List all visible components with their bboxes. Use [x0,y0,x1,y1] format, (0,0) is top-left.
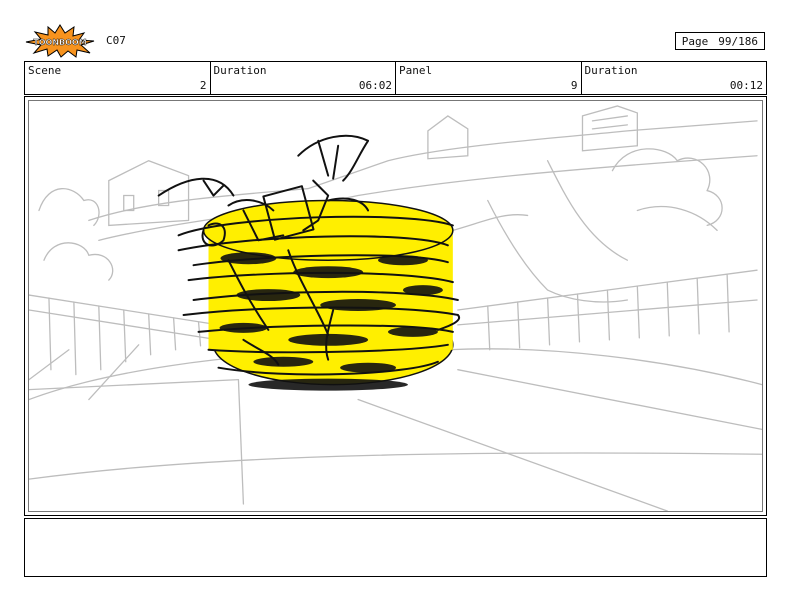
panel-sketch [29,105,762,511]
scene-value: 2 [199,79,207,92]
panel-label: Panel [399,64,433,77]
toonboom-logo: TOONBOOM [24,24,96,58]
page-label: Page [681,34,709,48]
panel-cell: Panel 9 [396,62,582,94]
panel-duration-label: Duration [584,64,638,77]
panel-duration-value: 00:12 [729,79,763,92]
panel-info-row: Scene 2 Duration 06:02 Panel 9 Duration … [24,61,767,95]
scene-duration-value: 06:02 [358,79,392,92]
scene-label: Scene [28,64,62,77]
project-code: C07 [106,34,126,47]
scene-duration-label: Duration [213,64,267,77]
panel-drawing-area [28,100,763,512]
scene-duration-cell: Duration 06:02 [211,62,396,94]
spin-vortex [177,199,461,391]
panel-value: 9 [570,79,578,92]
panel-notes-box [24,518,767,577]
page-value: 99/186 [718,34,758,48]
page-indicator: Page 99/186 [675,32,765,50]
scene-cell: Scene 2 [25,62,211,94]
panel-duration-cell: Duration 00:12 [582,62,767,94]
storyboard-panel [24,96,767,516]
logo-text: TOONBOOM [33,38,86,47]
